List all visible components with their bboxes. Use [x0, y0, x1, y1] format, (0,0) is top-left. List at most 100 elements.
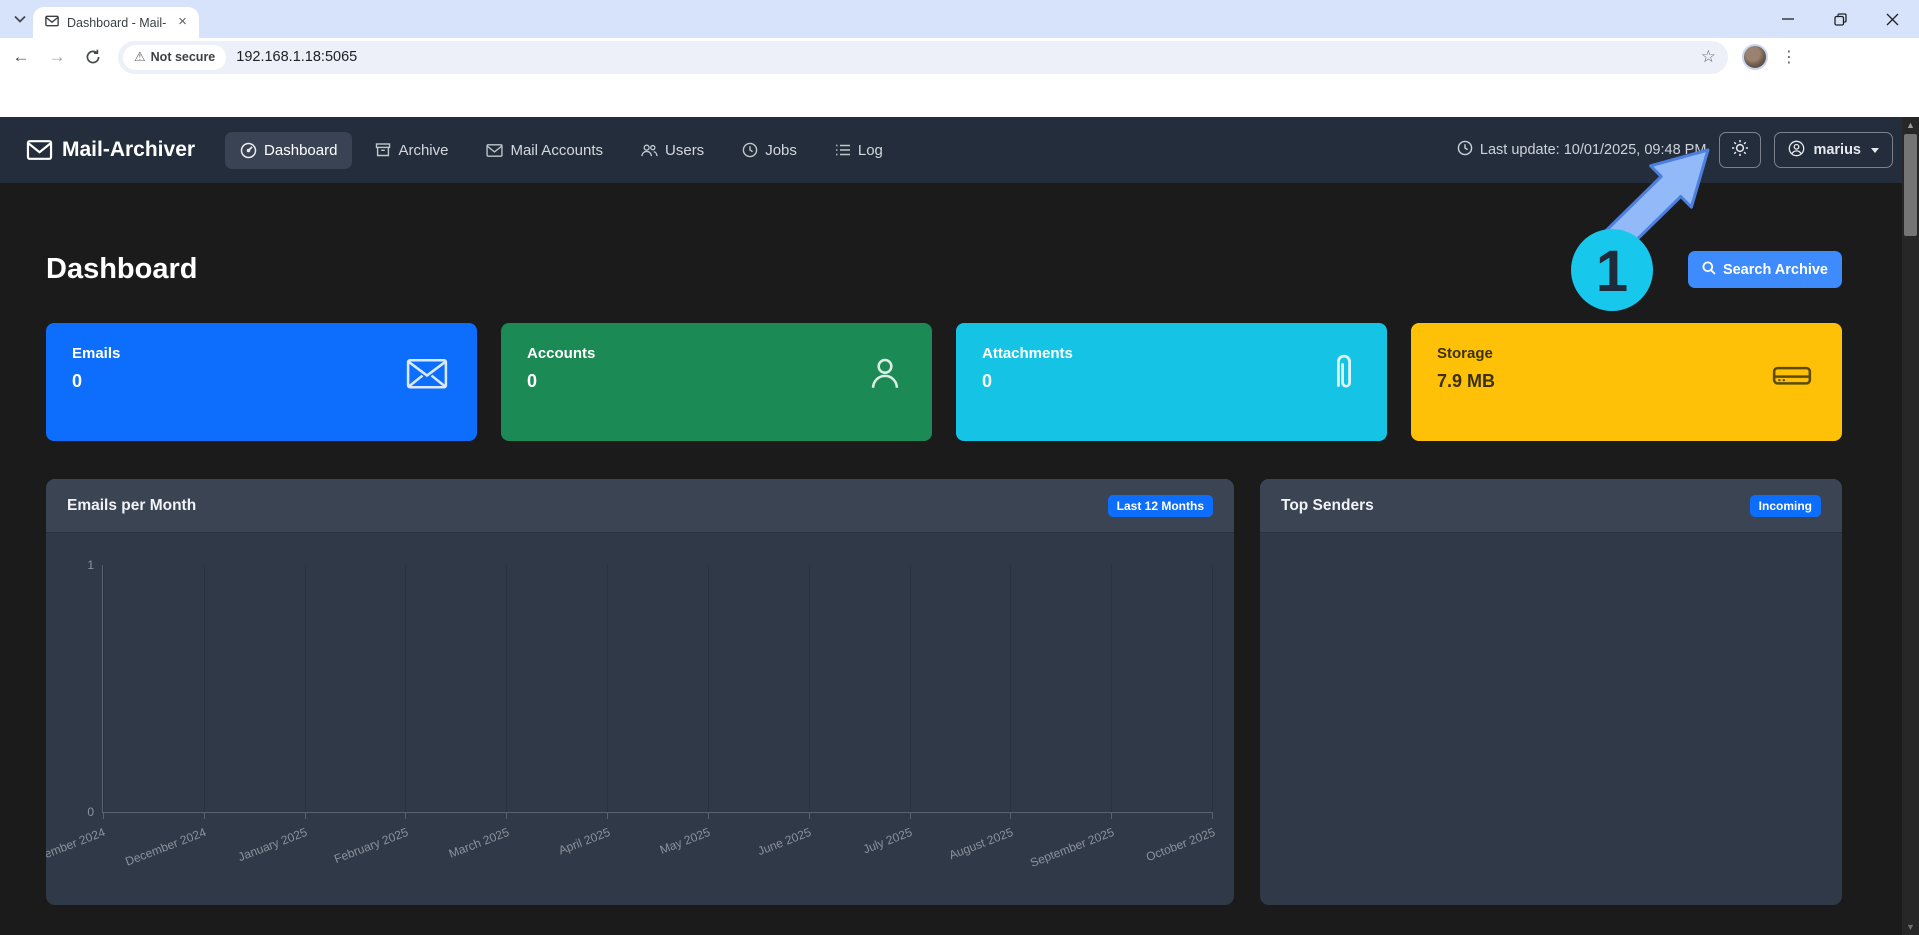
nav-label: Jobs [765, 142, 797, 159]
search-archive-label: Search Archive [1723, 262, 1828, 278]
axis-tick [1010, 812, 1011, 819]
tab-search-button[interactable] [8, 7, 32, 31]
dashboard-panels: Emails per Month Last 12 Months 01 Novem… [46, 479, 1842, 905]
person-icon [866, 354, 904, 397]
window-minimize-button[interactable] [1775, 6, 1801, 32]
clock-icon [742, 142, 758, 158]
nav-label: Log [858, 142, 883, 159]
y-axis-label: 0 [87, 805, 94, 819]
nav-item-users[interactable]: Users [626, 132, 719, 169]
bookmark-star-icon[interactable]: ☆ [1701, 47, 1716, 67]
stat-value: 0 [72, 371, 451, 392]
envelope-icon [405, 356, 449, 397]
envelope-icon [486, 143, 503, 158]
stat-cards: Emails 0 Accounts 0 Attachments [46, 323, 1842, 441]
axis-tick [305, 812, 306, 819]
stat-value: 0 [982, 371, 1361, 392]
x-axis-label: June 2025 [756, 825, 813, 858]
browser-window: Dashboard - Mail- × ← → ⚠ Not s [0, 0, 1919, 935]
x-axis-label: December 2024 [123, 825, 208, 869]
url-text[interactable]: 192.168.1.18:5065 [236, 49, 357, 65]
reload-icon[interactable] [78, 42, 108, 72]
nav-label: Dashboard [264, 142, 337, 159]
axis-tick [405, 812, 406, 819]
top-senders-body [1260, 533, 1842, 905]
browser-tab[interactable]: Dashboard - Mail- × [33, 7, 199, 38]
last-update-label: Last update: 10/01/2025, 09:48 PM [1480, 142, 1707, 158]
nav-item-archive[interactable]: Archive [360, 132, 463, 169]
gridline [809, 565, 810, 812]
axis-tick [809, 812, 810, 819]
brand-label: Mail-Archiver [62, 138, 195, 162]
x-axis-label: August 2025 [947, 825, 1015, 862]
tab-close-icon[interactable]: × [174, 14, 191, 31]
nav-label: Archive [398, 142, 448, 159]
window-restore-button[interactable] [1827, 6, 1853, 32]
app-brand[interactable]: Mail-Archiver [26, 138, 195, 162]
speedometer-icon [240, 142, 257, 159]
archive-icon [375, 142, 391, 158]
emails-per-month-panel: Emails per Month Last 12 Months 01 Novem… [46, 479, 1234, 905]
top-senders-panel: Top Senders Incoming [1260, 479, 1842, 905]
brand-envelope-icon [26, 139, 53, 161]
address-bar[interactable]: ⚠ Not secure 192.168.1.18:5065 ☆ [118, 41, 1728, 74]
search-archive-button[interactable]: Search Archive [1688, 251, 1842, 288]
page-title: Dashboard [46, 253, 197, 286]
stat-label: Emails [72, 345, 451, 362]
forward-icon[interactable]: → [42, 42, 72, 72]
stat-label: Storage [1437, 345, 1816, 362]
gridline [506, 565, 507, 812]
stat-card-storage: Storage 7.9 MB [1411, 323, 1842, 441]
bookmarks-bar-empty [0, 76, 1919, 117]
axis-tick [910, 812, 911, 819]
caret-down-icon [1871, 148, 1879, 153]
window-close-button[interactable] [1879, 6, 1905, 32]
x-axis-label: February 2025 [332, 825, 410, 866]
gridline [405, 565, 406, 812]
gridline [708, 565, 709, 812]
page-scrollbar[interactable]: ▲ ▼ [1902, 117, 1919, 935]
stat-card-accounts: Accounts 0 [501, 323, 932, 441]
nav-item-jobs[interactable]: Jobs [727, 132, 812, 169]
person-circle-icon [1788, 140, 1805, 161]
y-axis-label: 1 [87, 558, 94, 572]
emails-chart: 0 1 November 2024December 2024January 202… [46, 533, 1234, 905]
gridline [1111, 565, 1112, 812]
nav-item-dashboard[interactable]: Dashboard [225, 132, 352, 169]
not-secure-label: Not secure [151, 50, 216, 64]
last-12-months-badge: Last 12 Months [1108, 495, 1213, 517]
warning-icon: ⚠ [134, 49, 146, 65]
browser-toolbar: ← → ⚠ Not secure 192.168.1.18:5065 ☆ ⋮ [0, 38, 1919, 76]
favicon-envelope-icon [45, 14, 59, 32]
gridline [305, 565, 306, 812]
axis-tick [1212, 812, 1213, 819]
stat-card-emails: Emails 0 [46, 323, 477, 441]
browser-menu-icon[interactable]: ⋮ [1778, 47, 1800, 67]
axis-tick [708, 812, 709, 819]
back-icon[interactable]: ← [6, 42, 36, 72]
nav-item-mail-accounts[interactable]: Mail Accounts [471, 132, 618, 169]
nav-item-log[interactable]: Log [820, 132, 898, 169]
people-icon [641, 143, 658, 158]
user-name: marius [1813, 142, 1861, 158]
browser-profile-avatar[interactable] [1742, 44, 1768, 70]
stat-label: Accounts [527, 345, 906, 362]
axis-tick [1111, 812, 1112, 819]
paperclip-icon [1329, 352, 1359, 399]
user-menu-button[interactable]: marius [1774, 132, 1893, 168]
theme-toggle-button[interactable] [1719, 132, 1761, 168]
scrollbar-down-arrow[interactable]: ▼ [1902, 919, 1919, 935]
last-update: Last update: 10/01/2025, 09:48 PM [1457, 140, 1707, 160]
x-axis-label: September 2025 [1028, 825, 1116, 870]
nav-label: Mail Accounts [510, 142, 603, 159]
dashboard-page: Dashboard Search Archive Emails 0 [0, 183, 1902, 935]
chart-x-axis: November 2024December 2024January 2025Fe… [102, 819, 1212, 879]
x-axis-label: July 2025 [861, 825, 914, 856]
tab-title: Dashboard - Mail- [67, 16, 166, 30]
scrollbar-thumb[interactable] [1904, 134, 1917, 236]
search-icon [1702, 261, 1716, 279]
scrollbar-up-arrow[interactable]: ▲ [1902, 117, 1919, 133]
not-secure-chip[interactable]: ⚠ Not secure [123, 45, 226, 70]
axis-tick [506, 812, 507, 819]
gridline [1010, 565, 1011, 812]
